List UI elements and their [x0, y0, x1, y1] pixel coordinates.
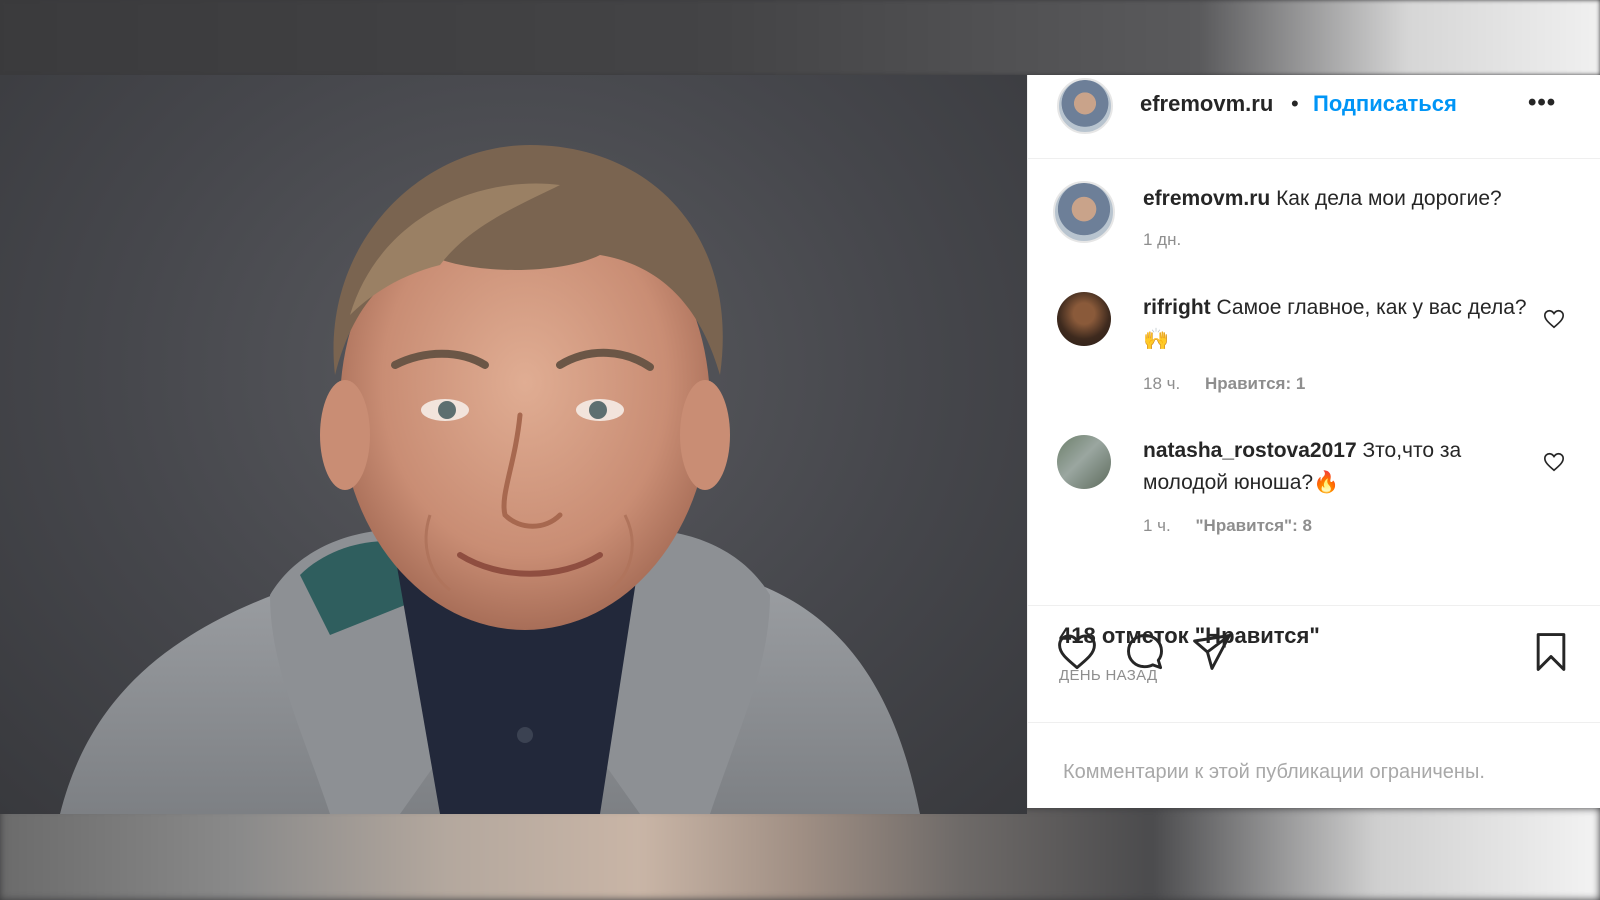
comments-list[interactable]: efremovm.ru Как дела мои дорогие? 1 дн. … — [1028, 159, 1600, 606]
comment-time: 18 ч. — [1143, 374, 1181, 393]
comment-meta: 1 ч. "Нравится": 8 — [1143, 515, 1312, 537]
comment-likes[interactable]: Нравится: 1 — [1205, 374, 1305, 393]
post-side-panel: efremovm.ru • Подписаться ••• efremovm.r… — [1027, 75, 1600, 808]
comment-text-block: rifright Самое главное, как у вас дела?🙌 — [1143, 292, 1533, 356]
comment-likes[interactable]: "Нравится": 8 — [1196, 516, 1312, 535]
comment-username[interactable]: rifright — [1143, 296, 1211, 319]
post-header: efremovm.ru • Подписаться ••• — [1028, 75, 1600, 159]
more-options-icon[interactable]: ••• — [1528, 91, 1556, 115]
caption-avatar[interactable] — [1053, 181, 1115, 243]
blurred-background-top — [0, 0, 1600, 75]
comments-restricted-notice: Комментарии к этой публикации ограничены… — [1063, 761, 1485, 783]
comment-username[interactable]: natasha_rostova2017 — [1143, 439, 1357, 462]
instagram-post: efremovm.ru • Подписаться ••• efremovm.r… — [0, 75, 1600, 814]
caption-username[interactable]: efremovm.ru — [1143, 187, 1270, 210]
bookmark-icon[interactable] — [1529, 630, 1573, 674]
comment-meta: 18 ч. Нравится: 1 — [1143, 373, 1305, 395]
caption-text: Как дела мои дорогие? — [1276, 187, 1502, 210]
comment-like-heart-icon[interactable] — [1543, 308, 1565, 330]
blurred-background-bottom — [0, 808, 1600, 900]
post-time-ago: ДЕНЬ НАЗАД — [1059, 667, 1158, 684]
portrait-illustration — [60, 145, 920, 814]
likes-count[interactable]: 418 отметок "Нравится" — [1059, 623, 1320, 649]
caption-text-block: efremovm.ru Как дела мои дорогие? — [1143, 183, 1533, 215]
post-photo — [0, 75, 1027, 814]
comment-like-heart-icon[interactable] — [1543, 451, 1565, 473]
author-username[interactable]: efremovm.ru — [1140, 90, 1273, 118]
follow-button[interactable]: Подписаться — [1313, 90, 1457, 118]
comment-time: 1 ч. — [1143, 516, 1171, 535]
author-avatar[interactable] — [1057, 78, 1113, 134]
separator-dot: • — [1291, 91, 1299, 116]
commenter-avatar[interactable] — [1057, 292, 1111, 346]
comment-text-block: natasha_rostova2017 Зто,что за молодой ю… — [1143, 435, 1533, 499]
divider — [1028, 722, 1600, 723]
commenter-avatar[interactable] — [1057, 435, 1111, 489]
caption-meta: 1 дн. — [1143, 229, 1181, 251]
caption-time: 1 дн. — [1143, 230, 1182, 249]
